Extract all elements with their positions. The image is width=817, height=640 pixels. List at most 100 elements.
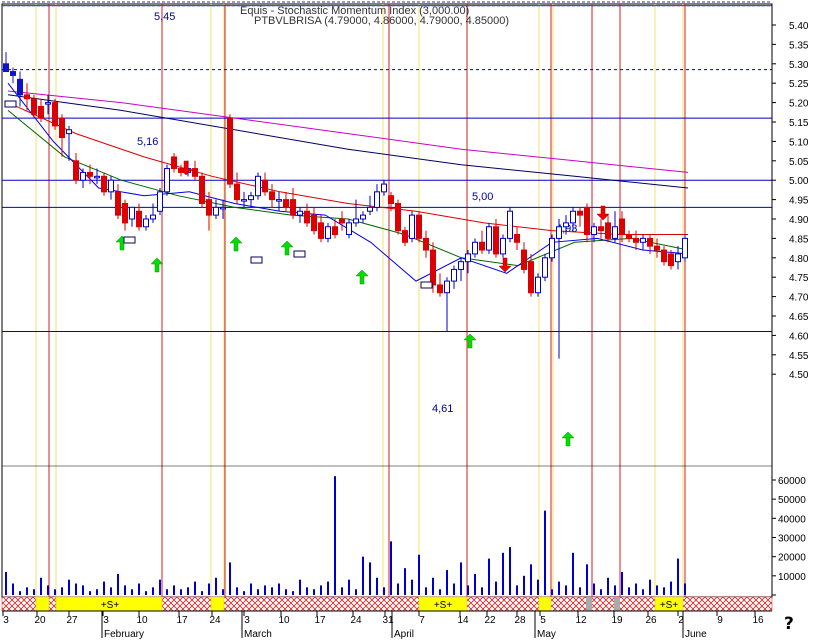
candle-body (304, 210, 310, 224)
candle-body (297, 210, 303, 216)
candle-body (150, 214, 156, 220)
plot-frame (1, 3, 773, 598)
candle-body (269, 191, 275, 201)
price-tick-label: 5.30 (789, 60, 809, 71)
day-tick-label: 17 (176, 615, 188, 626)
candle-body (45, 102, 51, 105)
price-tick-label: 5.00 (789, 176, 809, 187)
volume-tick-label: 40000 (778, 514, 806, 525)
candle-body (654, 245, 660, 251)
candle (101, 172, 107, 196)
volume-tick-label: 50000 (778, 495, 806, 506)
day-tick-label: 24 (209, 615, 221, 626)
candle-body (199, 175, 205, 204)
candle-body (612, 226, 618, 239)
candle-body (395, 202, 401, 232)
bottom-band: +S+ +S+ +S+ (1, 596, 773, 612)
header-line-2: PTBVLBRISA (4.79000, 4.86000, 4.79000, 4… (254, 15, 509, 27)
day-tick-label: 27 (66, 615, 78, 626)
candle-body (479, 241, 485, 251)
candle-body (647, 237, 653, 247)
candle-body (108, 179, 114, 193)
candle-body (640, 237, 646, 243)
candle-body (73, 160, 79, 181)
exit-marker (123, 236, 136, 244)
price-level-label: 5,00 (472, 191, 493, 203)
candle-body (409, 214, 415, 239)
candle-body (500, 237, 506, 255)
candle-body (507, 210, 513, 239)
candle (500, 234, 506, 258)
candle (227, 114, 233, 188)
day-tick-label: 26 (645, 615, 657, 626)
day-tick-label: 3 (103, 615, 109, 626)
candle-body (213, 206, 219, 216)
candle-body (633, 237, 639, 243)
price-level-label: 5,45 (154, 11, 175, 23)
candle-body (661, 249, 667, 263)
plot-area (1, 1, 773, 598)
candle-body (290, 199, 296, 216)
candle-body (38, 105, 44, 119)
candle-body (451, 268, 457, 282)
price-tick-label: 4.55 (789, 351, 809, 362)
candle-body (367, 206, 373, 212)
band-yellow-segment (35, 596, 50, 612)
price-tick-label: 4.75 (789, 273, 809, 284)
price-level-label: 4,61 (432, 403, 453, 415)
candle-body (52, 102, 58, 127)
candle-body (255, 175, 261, 197)
day-tick-label: 22 (484, 615, 496, 626)
month-label: May (537, 629, 556, 640)
price-tick-label: 5.15 (789, 118, 809, 129)
band-grey-segment (586, 597, 592, 611)
candle-body (423, 237, 429, 251)
month-label: April (394, 629, 414, 640)
day-tick-label: 3 (3, 615, 9, 626)
candle-body (129, 206, 135, 220)
candle-body (318, 222, 324, 239)
candle-body (360, 214, 366, 220)
band-yellow-segment (210, 596, 225, 612)
candle (409, 211, 415, 243)
candle-body (626, 234, 632, 239)
exit-marker (250, 256, 263, 264)
price-tick-label: 4.50 (789, 370, 809, 381)
band-grey-segment (614, 597, 620, 611)
candle-body (556, 226, 562, 239)
candle-body (388, 195, 394, 204)
price-tick-label: 4.85 (789, 234, 809, 245)
price-level-label: 5,16 (137, 136, 158, 148)
candle (682, 234, 688, 262)
candle-body (549, 237, 555, 259)
candle-body (122, 202, 128, 224)
candle-body (346, 222, 352, 236)
price-tick-label: 5.40 (789, 21, 809, 32)
candle (157, 187, 163, 216)
candle-body (402, 230, 408, 243)
candle-body (31, 98, 37, 115)
day-tick-label: 17 (314, 615, 326, 626)
candle-body (143, 218, 149, 228)
price-tick-label: 5.10 (789, 137, 809, 148)
candle-body (668, 253, 674, 267)
candle-body (437, 284, 443, 294)
price-tick-label: 4.80 (789, 254, 809, 265)
day-tick-label: 14 (457, 615, 469, 626)
exit-marker (4, 100, 17, 108)
candle-body (353, 218, 359, 224)
band-label: +S+ (660, 600, 679, 611)
candle-body (381, 183, 387, 193)
exit-marker (293, 250, 306, 258)
day-tick-label: 9 (717, 615, 723, 626)
candle-body (584, 206, 590, 236)
candle-body (87, 171, 93, 177)
candle-body (472, 241, 478, 255)
day-tick-label: 16 (752, 615, 764, 626)
candle-body (591, 226, 597, 236)
candle-body (682, 237, 688, 259)
candle-body (493, 226, 499, 255)
exit-marker (420, 281, 433, 289)
candle-body (563, 222, 569, 228)
help-icon[interactable]: ? (784, 614, 800, 634)
